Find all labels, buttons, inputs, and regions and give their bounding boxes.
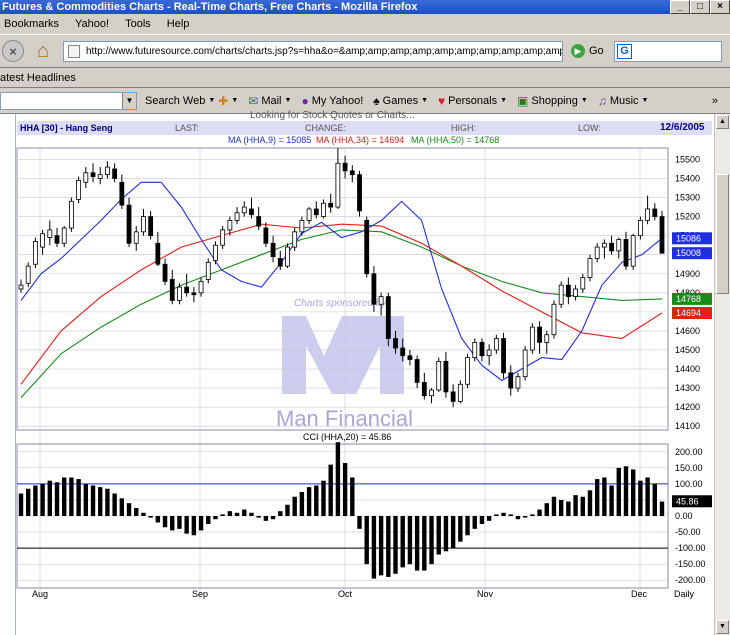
games-label: Games	[382, 94, 419, 107]
music-icon: ♫	[597, 93, 607, 108]
chart-header: HHA [30] - Hang Seng LAST: CHANGE: HIGH:…	[17, 121, 712, 135]
go-arrow-icon: ▶	[571, 44, 585, 58]
personals-button[interactable]: ♥ Personals ▼	[438, 94, 507, 108]
dropdown-arrow-icon: ▼	[500, 97, 508, 104]
personals-label: Personals	[448, 94, 498, 107]
shopping-cart-icon: ▣	[517, 93, 529, 108]
dropdown-arrow-icon: ▼	[284, 97, 292, 104]
menu-bar: Bookmarks Yahoo! Tools Help	[0, 14, 730, 34]
headlines-bar: atest Headlines	[0, 68, 730, 88]
mail-button[interactable]: ✉ Mail ▼	[248, 94, 291, 108]
scroll-thumb[interactable]	[716, 174, 729, 294]
chart-symbol: HHA [30] - Hang Seng	[20, 123, 113, 133]
more-chevron-icon[interactable]: »	[712, 95, 718, 107]
my-yahoo-button[interactable]: ● My Yahoo!	[301, 94, 363, 108]
left-panel	[0, 114, 16, 635]
shopping-label: Shopping	[531, 94, 578, 107]
chart-date: 12/6/2005	[660, 122, 705, 133]
dropdown-arrow-icon: ▼	[641, 97, 649, 104]
google-icon: G	[617, 44, 632, 59]
search-web-label: Search Web	[145, 94, 206, 107]
my-yahoo-label: My Yahoo!	[311, 94, 364, 107]
yahoo-search-input[interactable]: ▼	[0, 91, 137, 110]
stop-icon[interactable]: ×	[2, 40, 24, 62]
page-content	[0, 114, 730, 635]
headlines-label[interactable]: atest Headlines	[0, 72, 76, 84]
window-controls: _ □ ×	[670, 0, 730, 14]
scroll-down-icon[interactable]: ▼	[716, 620, 729, 634]
scrollbar[interactable]: ▲ ▼	[714, 114, 730, 635]
search-web-button[interactable]: Search Web ▼ ✚ ▼	[145, 94, 238, 108]
menu-yahoo[interactable]: Yahoo!	[75, 18, 109, 30]
window-title: Futures & Commodities Charts - Real-Time…	[0, 0, 730, 14]
scroll-up-icon[interactable]: ▲	[716, 115, 729, 129]
page-icon	[68, 45, 80, 58]
chart-last-label: LAST:	[175, 123, 200, 133]
home-icon[interactable]: ⌂	[32, 40, 54, 62]
search-box[interactable]: G	[614, 41, 722, 62]
highlight-icon: ✚	[218, 93, 229, 108]
window-title-text: Futures & Commodities Charts - Real-Time…	[2, 1, 418, 13]
my-yahoo-icon: ●	[301, 93, 309, 108]
chevron-down-icon[interactable]: ▼	[122, 92, 136, 109]
shopping-button[interactable]: ▣ Shopping ▼	[517, 94, 588, 108]
yahoo-toolbar: ▼ Search Web ▼ ✚ ▼ ✉ Mail ▼ ● My Yahoo! ♠ Games…	[0, 88, 730, 114]
navigation-toolbar: × ⌂ http://www.futuresource.com/charts/c…	[0, 34, 730, 68]
go-label: Go	[589, 45, 604, 57]
url-bar[interactable]: http://www.futuresource.com/charts/chart…	[63, 41, 563, 62]
maximize-button[interactable]: □	[690, 0, 710, 14]
dropdown-arrow-icon: ▼	[208, 97, 216, 104]
dropdown-arrow-icon: ▼	[231, 97, 239, 104]
dropdown-arrow-icon: ▼	[421, 97, 429, 104]
heart-icon: ♥	[438, 93, 446, 108]
games-button[interactable]: ♠ Games ▼	[373, 94, 428, 108]
dropdown-arrow-icon: ▼	[580, 97, 588, 104]
chart-high-label: HIGH:	[451, 123, 477, 133]
mail-icon: ✉	[248, 93, 259, 108]
menu-help[interactable]: Help	[167, 18, 190, 30]
chart-change-label: CHANGE:	[305, 123, 347, 133]
chart-low-label: LOW:	[578, 123, 601, 133]
close-button[interactable]: ×	[710, 0, 730, 14]
go-button[interactable]: ▶ Go	[571, 44, 604, 58]
games-icon: ♠	[373, 93, 380, 108]
minimize-button[interactable]: _	[670, 0, 690, 14]
menu-tools[interactable]: Tools	[125, 18, 151, 30]
url-text: http://www.futuresource.com/charts/chart…	[86, 46, 563, 57]
music-button[interactable]: ♫ Music ▼	[598, 94, 649, 108]
mail-label: Mail	[261, 94, 282, 107]
menu-bookmarks[interactable]: Bookmarks	[4, 18, 59, 30]
music-label: Music	[609, 94, 639, 107]
